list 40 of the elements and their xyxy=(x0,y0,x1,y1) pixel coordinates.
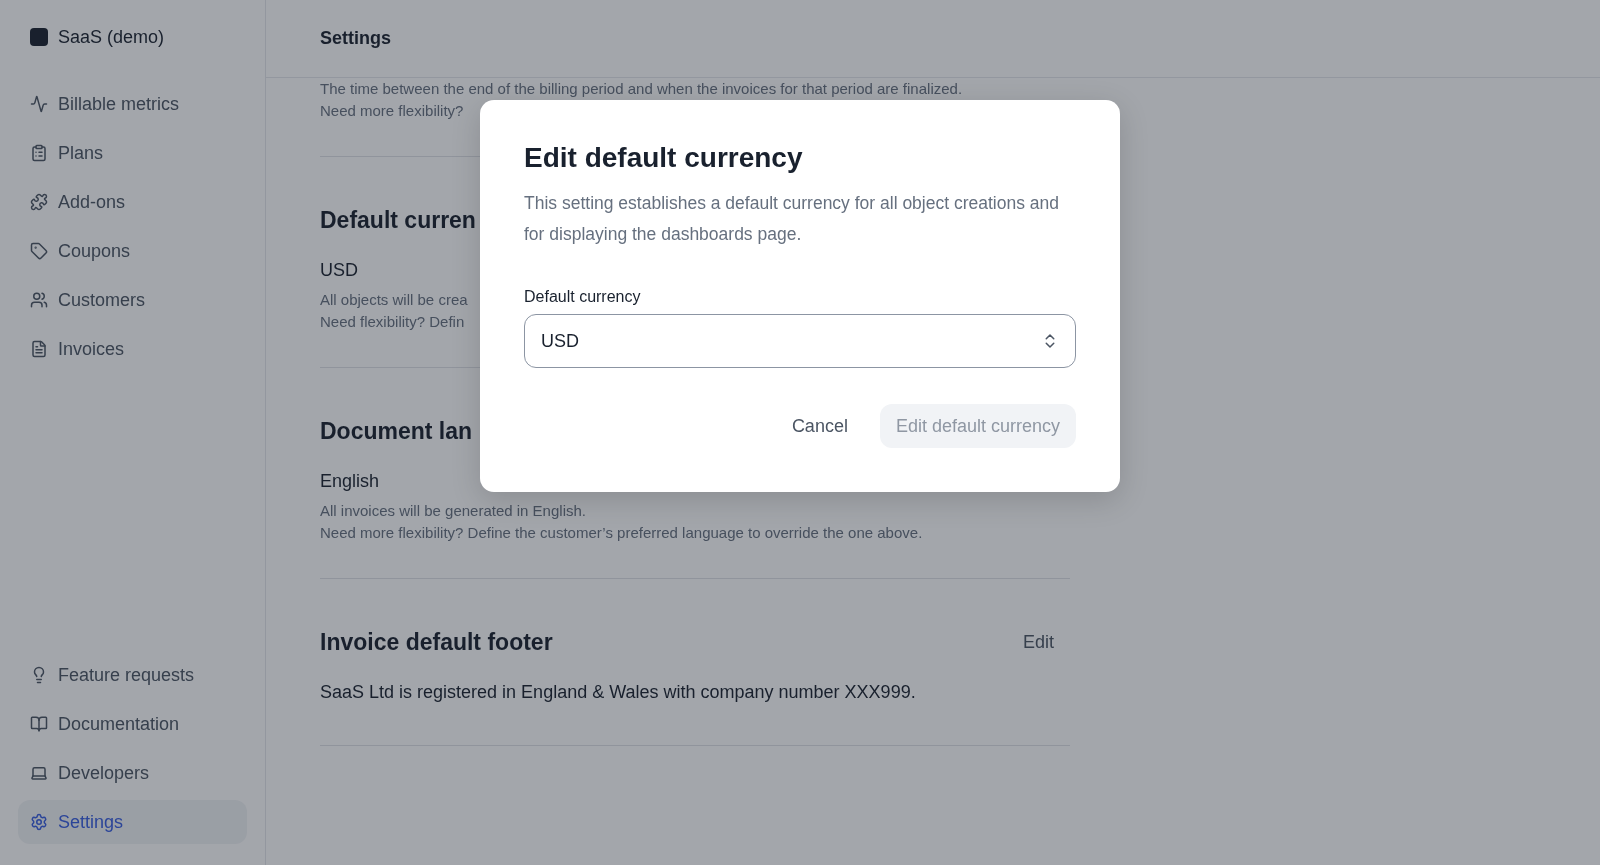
puzzle-icon xyxy=(30,193,48,211)
currency-select[interactable]: USD xyxy=(524,314,1076,368)
setting-value: USD xyxy=(320,260,358,281)
setting-description: The time between the end of the billing period and when the invoices for that period are finalized. xyxy=(320,79,963,99)
field-label: Default currency xyxy=(524,288,642,306)
dialog-description: This setting establishes a default currency for all object creations and for displaying the dashboards page. xyxy=(524,192,1060,246)
dialog-title: Edit default currency xyxy=(524,142,804,174)
users-icon xyxy=(30,291,48,309)
organization-name: SaaS (demo) xyxy=(58,26,165,48)
sidebar-item[interactable]: Coupons xyxy=(18,229,247,273)
laptop-icon xyxy=(30,764,48,782)
setting-description: Need more flexibility? xyxy=(320,101,464,121)
sidebar-item[interactable]: Feature requests xyxy=(18,653,247,697)
pulse-icon xyxy=(30,95,48,113)
sidebar-item[interactable]: Settings xyxy=(18,800,247,844)
sidebar-item[interactable]: Customers xyxy=(18,278,247,322)
clipboard-icon xyxy=(30,144,48,162)
book-icon xyxy=(30,715,48,733)
sidebar-item[interactable]: Invoices xyxy=(18,327,247,371)
logo-icon xyxy=(30,28,48,46)
page-title: Settings xyxy=(320,28,391,49)
sidebar-item[interactable]: Documentation xyxy=(18,702,247,746)
setting-description: Need flexibility? Defin xyxy=(320,312,465,332)
setting-description: All invoices will be generated in English. xyxy=(320,501,586,521)
document-icon xyxy=(30,340,48,358)
sidebar-item[interactable]: Billable metrics xyxy=(18,82,247,126)
section-title: Default curren xyxy=(320,207,476,234)
edit-link[interactable]: Edit xyxy=(1006,632,1070,653)
setting-description: Need more flexibility? Define the customer’s preferred language to override the one above. xyxy=(320,523,923,543)
setting-value: SaaS Ltd is registered in England & Wales with company number XXX999. xyxy=(320,682,916,703)
cancel-button[interactable]: Cancel xyxy=(775,404,864,448)
sidebar-item[interactable]: Developers xyxy=(18,751,247,795)
sidebar-item[interactable]: Add-ons xyxy=(18,180,247,224)
settings-icon xyxy=(30,813,48,831)
setting-description: All objects will be crea xyxy=(320,290,468,310)
sidebar-item[interactable]: Plans xyxy=(18,131,247,175)
tag-icon xyxy=(30,242,48,260)
setting-value: English xyxy=(320,471,380,492)
section-title: Document lan xyxy=(320,418,473,445)
section-title: Invoice default footer xyxy=(320,629,553,656)
